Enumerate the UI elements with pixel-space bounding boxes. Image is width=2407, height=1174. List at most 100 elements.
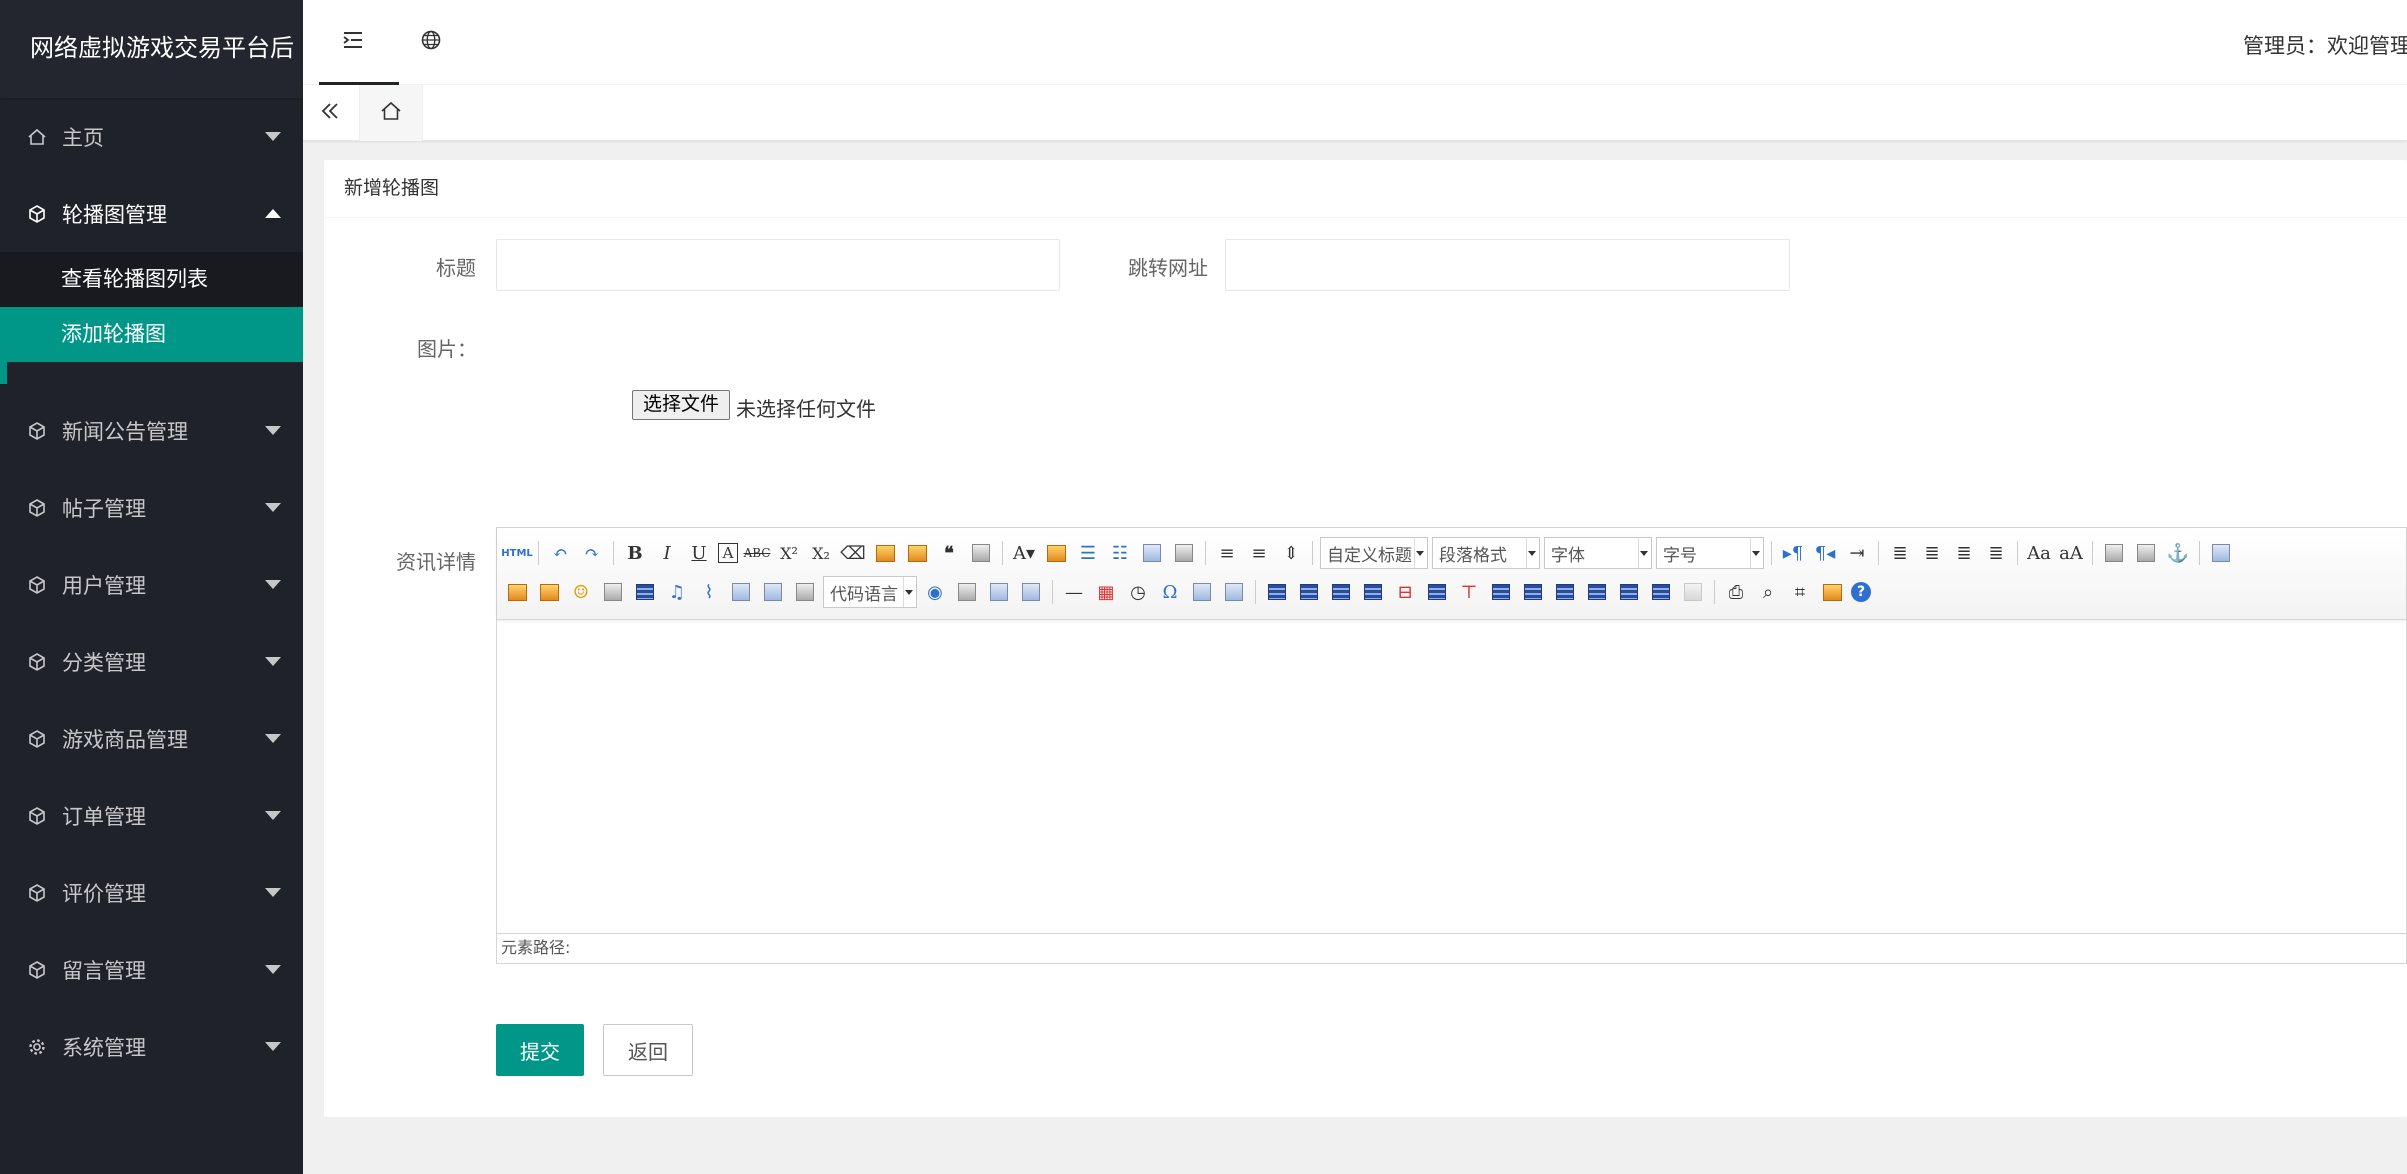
link-icon[interactable] [2101,540,2127,566]
sidebar-child-banner-list[interactable]: 查看轮播图列表 [0,252,303,307]
sidebar-item-orders[interactable]: 订单管理 [0,777,303,854]
paragraph-format-select[interactable]: 段落格式 [1432,537,1540,569]
delete-col-icon[interactable]: ⊤ [1456,579,1482,605]
drafts-icon[interactable] [1819,579,1845,605]
insert-row-icon[interactable] [1360,579,1386,605]
sidebar-item-posts[interactable]: 帖子管理 [0,469,303,546]
map-icon[interactable] [728,579,754,605]
admin-greeting[interactable]: 管理员：欢迎管理员 [2243,30,2407,60]
gmap-icon[interactable] [760,579,786,605]
editor-content-area[interactable] [497,620,2406,933]
sidebar-child-add-banner[interactable]: 添加轮播图 [0,307,303,362]
paste-plain-icon[interactable] [968,540,994,566]
emoticon-icon[interactable]: ☺ [568,579,594,605]
unordered-list-icon[interactable]: ☷ [1107,540,1133,566]
strikethrough-icon[interactable]: ABC [744,540,771,566]
multi-image-icon[interactable] [536,579,562,605]
music-icon[interactable]: ♫ [664,579,690,605]
ltr-icon[interactable]: ▸¶ [1780,540,1806,566]
html-source-icon[interactable]: HTML [501,540,533,566]
special-char-icon[interactable]: Ω [1157,579,1183,605]
font-color-icon[interactable]: A▾ [1011,540,1037,566]
webapp-icon[interactable]: ◉ [922,579,948,605]
rtl-icon[interactable]: ¶◂ [1812,540,1838,566]
sidebar-item-goods[interactable]: 游戏商品管理 [0,700,303,777]
sidebar-item-system[interactable]: 系统管理 [0,1008,303,1085]
underline-icon[interactable]: U [686,540,712,566]
scrawl-icon[interactable] [600,579,626,605]
search-replace-icon[interactable] [1221,579,1247,605]
split-cols-icon[interactable] [1648,579,1674,605]
bold-icon[interactable]: B [622,540,648,566]
clear-doc-icon[interactable] [1171,540,1197,566]
align-left-icon[interactable]: ≣ [1887,540,1913,566]
align-justify-icon[interactable]: ≣ [1983,540,2009,566]
auto-typeset-icon[interactable] [904,540,930,566]
delete-row-icon[interactable]: ⊟ [1392,579,1418,605]
sidebar-item-banner[interactable]: 轮播图管理 [0,175,303,252]
insert-table-icon[interactable] [1264,579,1290,605]
attachment-icon[interactable]: ⌇ [696,579,722,605]
wordimage-icon[interactable] [1189,579,1215,605]
sidebar-item-reviews[interactable]: 评价管理 [0,854,303,931]
tabs-prev-button[interactable] [303,85,357,141]
align-right-icon[interactable]: ≣ [1951,540,1977,566]
subscript-icon[interactable]: X₂ [808,540,834,566]
back-button[interactable]: 返回 [603,1024,693,1076]
superscript-icon[interactable]: X² [776,540,802,566]
undo-icon[interactable]: ↶ [547,540,573,566]
split-rows-icon[interactable] [1616,579,1642,605]
redo-icon[interactable]: ↷ [579,540,605,566]
eraser-icon[interactable]: ⌫ [840,540,866,566]
code-language-select[interactable]: 代码语言 [823,576,917,608]
horizontal-rule-icon[interactable]: — [1061,579,1087,605]
website-button[interactable] [391,0,471,85]
indent-icon[interactable]: ⇥ [1844,540,1870,566]
page-break-icon[interactable] [954,579,980,605]
template-icon[interactable] [986,579,1012,605]
insert-col-icon[interactable] [1424,579,1450,605]
font-size-select[interactable]: 字号 [1656,537,1764,569]
unlink-icon[interactable] [2133,540,2159,566]
font-border-icon[interactable]: A [718,543,738,563]
merge-down-icon[interactable] [1552,579,1578,605]
font-family-select[interactable]: 字体 [1544,537,1652,569]
find-icon[interactable]: ⌗ [1787,579,1813,605]
print-icon[interactable]: ⎙ [1723,579,1749,605]
background-icon[interactable] [1018,579,1044,605]
line-height-icon[interactable]: ⇕ [1278,540,1304,566]
sidebar-item-users[interactable]: 用户管理 [0,546,303,623]
row-spacing-top-icon[interactable]: ≡ [1214,540,1240,566]
image-float-icon[interactable] [2208,540,2234,566]
blockquote-icon[interactable]: ❝ [936,540,962,566]
format-brush-icon[interactable] [872,540,898,566]
insert-frame-icon[interactable] [792,579,818,605]
sidebar-item-categories[interactable]: 分类管理 [0,623,303,700]
split-cells-icon[interactable] [1584,579,1610,605]
chart-icon[interactable] [1680,579,1706,605]
sidebar-item-news[interactable]: 新闻公告管理 [0,392,303,469]
video-icon[interactable] [632,579,658,605]
custom-title-select[interactable]: 自定义标题 [1320,537,1428,569]
sidebar-item-messages[interactable]: 留言管理 [0,931,303,1008]
sidebar-item-home[interactable]: 主页 [0,98,303,175]
url-input[interactable] [1225,239,1790,291]
choose-file-button[interactable]: 选择文件 [632,390,731,420]
insert-image-icon[interactable] [504,579,530,605]
help-icon[interactable]: ? [1851,582,1871,602]
merge-right-icon[interactable] [1520,579,1546,605]
delete-table-icon[interactable] [1296,579,1322,605]
date-icon[interactable]: ▦ [1093,579,1119,605]
background-color-icon[interactable] [1043,540,1069,566]
anchor-icon[interactable]: ⚓ [2165,540,2191,566]
title-input[interactable] [496,239,1060,291]
ordered-list-icon[interactable]: ☰ [1075,540,1101,566]
to-lowercase-icon[interactable]: aA [2058,540,2084,566]
merge-cells-icon[interactable] [1488,579,1514,605]
tab-home[interactable] [359,85,423,141]
select-all-icon[interactable] [1139,540,1165,566]
insert-para-before-table-icon[interactable] [1328,579,1354,605]
time-icon[interactable]: ◷ [1125,579,1151,605]
to-uppercase-icon[interactable]: Aa [2026,540,2052,566]
submit-button[interactable]: 提交 [496,1024,584,1076]
